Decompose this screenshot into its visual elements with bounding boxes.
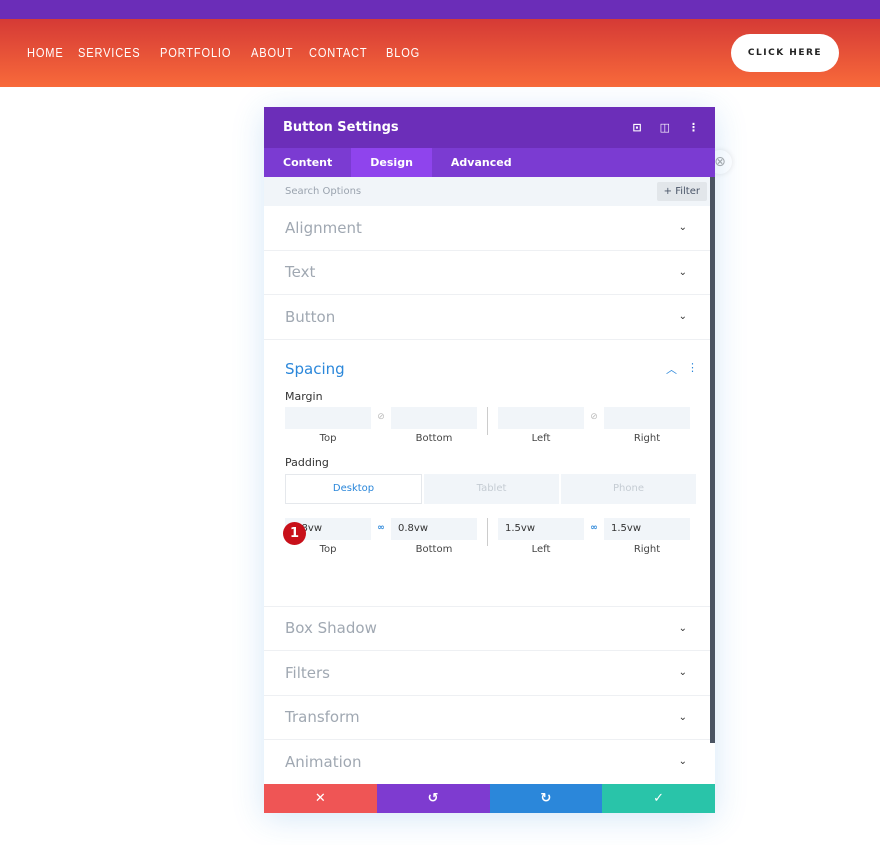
padding-fields: 1 0.8vw Top ∞ 0.8vw Bottom 1.5vw Left ∞ 1.5… <box>283 517 698 555</box>
nav-home[interactable]: HOME <box>27 45 64 60</box>
panel-footer: ✕ ↺ ↻ ✓ <box>264 784 715 813</box>
step-badge: 1 <box>283 521 306 545</box>
chevron-down-icon: ⌄ <box>678 311 687 323</box>
spacing-title: Spacing <box>285 359 345 378</box>
filter-button[interactable]: + Filter <box>656 182 707 201</box>
tab-advanced[interactable]: Advanced <box>432 148 531 177</box>
link-icon[interactable]: ⊘ <box>371 407 391 422</box>
divider <box>487 517 488 546</box>
redo-button[interactable]: ↻ <box>489 784 603 813</box>
device-desktop[interactable]: Desktop <box>285 473 422 504</box>
chevron-down-icon: ⌄ <box>678 667 687 679</box>
nav-about[interactable]: ABOUT <box>251 45 293 60</box>
section-label: Filters <box>285 663 330 682</box>
padding-right-input[interactable]: 1.5vw <box>604 517 690 540</box>
margin-label: Margin <box>285 389 323 403</box>
scrollbar[interactable] <box>710 177 715 743</box>
section-filters[interactable]: Filters ⌄ <box>264 651 715 696</box>
cancel-button[interactable]: ✕ <box>264 784 377 813</box>
divider <box>487 406 488 435</box>
section-button[interactable]: Button ⌄ <box>264 295 715 340</box>
caption-right: Right <box>633 543 661 555</box>
margin-fields: Top ⊘ Bottom Left ⊘ Right <box>285 406 698 444</box>
click-here-button[interactable]: CLICK HERE <box>731 34 839 72</box>
top-bar <box>0 0 880 19</box>
section-box-shadow[interactable]: Box Shadow ⌄ <box>264 607 715 651</box>
split-view-icon[interactable]: ◫ <box>660 121 670 134</box>
section-alignment[interactable]: Alignment ⌄ <box>264 206 715 251</box>
caption-top: Top <box>319 432 337 444</box>
section-animation[interactable]: Animation ⌄ <box>264 740 715 785</box>
margin-right-input[interactable] <box>604 406 690 429</box>
margin-bottom-input[interactable] <box>391 406 477 429</box>
section-label: Alignment <box>285 218 362 237</box>
undo-icon: ↺ <box>427 791 439 806</box>
panel-tabs: Content Design Advanced <box>264 148 715 177</box>
link-icon[interactable]: ∞ <box>371 518 391 533</box>
link-icon[interactable]: ⊘ <box>584 407 604 422</box>
caption-right: Right <box>633 432 661 444</box>
chevron-down-icon: ⌄ <box>678 222 687 234</box>
chevron-down-icon: ⌄ <box>678 711 687 723</box>
main-nav: HOME SERVICES PORTFOLIO ABOUT CONTACT BL… <box>27 45 420 60</box>
caption-bottom: Bottom <box>415 432 453 444</box>
device-tablet[interactable]: Tablet <box>424 473 559 504</box>
padding-bottom-input[interactable]: 0.8vw <box>391 517 477 540</box>
section-text[interactable]: Text ⌄ <box>264 251 715 295</box>
nav-portfolio[interactable]: PORTFOLIO <box>160 45 231 60</box>
padding-label: Padding <box>285 455 329 469</box>
tab-design[interactable]: Design <box>351 148 432 177</box>
padding-left-input[interactable]: 1.5vw <box>498 517 584 540</box>
section-spacing: Spacing ︿ ⋮ Margin Top ⊘ Bottom Left ⊘ Ri… <box>264 360 715 607</box>
search-options-input[interactable]: Search Options + Filter <box>264 177 715 206</box>
site-header: HOME SERVICES PORTFOLIO ABOUT CONTACT BL… <box>0 19 880 87</box>
redo-icon: ↻ <box>540 791 552 806</box>
nav-services[interactable]: SERVICES <box>78 45 140 60</box>
save-button[interactable]: ✓ <box>602 784 715 813</box>
device-tabs: Desktop Tablet Phone <box>285 473 698 504</box>
section-transform[interactable]: Transform ⌄ <box>264 696 715 740</box>
margin-top-input[interactable] <box>285 406 371 429</box>
more-options-icon[interactable]: ⋮ <box>688 121 699 134</box>
panel-header: Button Settings ⊡ ◫ ⋮ <box>264 107 715 148</box>
section-label: Transform <box>285 708 360 727</box>
link-icon[interactable]: ∞ <box>584 518 604 533</box>
section-label: Button <box>285 307 336 326</box>
close-icon: ✕ <box>314 791 326 806</box>
fullscreen-icon[interactable]: ⊡ <box>632 121 641 134</box>
caption-left: Left <box>531 432 551 444</box>
chevron-up-icon[interactable]: ︿ <box>666 361 677 377</box>
section-label: Animation <box>285 752 362 771</box>
caption-left: Left <box>531 543 551 555</box>
button-settings-panel: Button Settings ⊡ ◫ ⋮ Content Design Adv… <box>264 107 715 813</box>
check-icon: ✓ <box>653 791 665 806</box>
caption-bottom: Bottom <box>415 543 453 555</box>
chevron-down-icon: ⌄ <box>678 266 687 278</box>
undo-button[interactable]: ↺ <box>376 784 490 813</box>
chevron-down-icon: ⌄ <box>678 622 687 634</box>
panel-title: Button Settings <box>283 120 399 135</box>
section-label: Text <box>285 263 316 282</box>
caption-top: Top <box>319 543 337 555</box>
section-label: Box Shadow <box>285 619 377 638</box>
search-placeholder: Search Options <box>285 186 362 197</box>
tab-content[interactable]: Content <box>264 148 351 177</box>
more-options-icon[interactable]: ⋮ <box>687 361 698 377</box>
device-phone[interactable]: Phone <box>561 473 696 504</box>
chevron-down-icon: ⌄ <box>678 756 687 768</box>
margin-left-input[interactable] <box>498 406 584 429</box>
nav-contact[interactable]: CONTACT <box>309 45 368 60</box>
nav-blog[interactable]: BLOG <box>386 45 420 60</box>
spacing-header[interactable]: Spacing ︿ ⋮ <box>285 360 698 378</box>
